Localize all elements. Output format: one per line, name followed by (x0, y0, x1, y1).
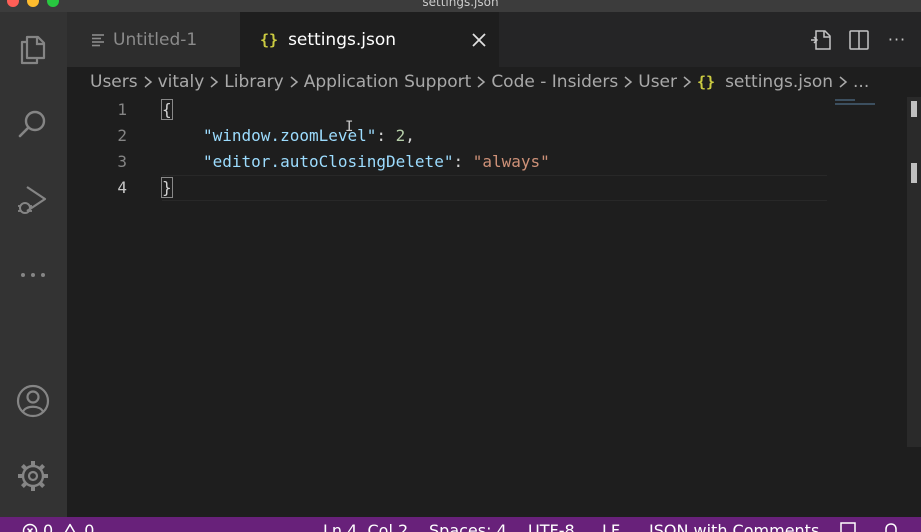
chevron-right-icon (476, 75, 486, 89)
mouse-cursor: I (345, 119, 354, 135)
chevron-right-icon (838, 75, 848, 89)
json-value: 2 (395, 126, 406, 145)
chevron-right-icon (289, 75, 299, 89)
breadcrumb-item[interactable]: Library (224, 72, 283, 92)
status-bar: 0 0 Ln 4, Col 2 Spaces: 4 UTF-8 LF JSON … (0, 517, 921, 532)
run-debug-icon (18, 186, 47, 214)
tab-label: Untitled-1 (113, 29, 198, 50)
json-file-icon: {} (697, 73, 716, 91)
language-mode[interactable]: JSON with Comments (649, 521, 819, 532)
explorer-button[interactable] (10, 27, 56, 73)
line-number: 3 (117, 152, 127, 171)
chevron-right-icon (623, 75, 633, 89)
warning-icon (61, 523, 79, 532)
search-button[interactable] (10, 102, 56, 148)
json-colon: : (376, 126, 396, 145)
chevron-right-icon (143, 75, 153, 89)
breadcrumb: Users vitaly Library Application Support… (67, 67, 921, 97)
files-icon (20, 35, 46, 65)
line-number: 4 (117, 178, 127, 197)
account-icon (16, 384, 50, 418)
run-debug-button[interactable] (10, 177, 56, 223)
window-title: settings.json (422, 0, 499, 9)
minimap[interactable] (835, 97, 905, 109)
json-key: "editor.autoClosingDelete" (203, 152, 454, 171)
editor-tabs: Untitled-1 {} settings.json ··· (67, 12, 921, 67)
manage-button[interactable] (10, 453, 56, 499)
json-value: "always" (472, 152, 550, 171)
code-line[interactable]: "window.zoomLevel": 2, (203, 123, 415, 149)
code-line[interactable]: { (161, 97, 173, 123)
editor-actions: ··· (809, 12, 909, 67)
activity-bar (0, 12, 67, 517)
tab-untitled-1[interactable]: Untitled-1 (67, 12, 240, 67)
current-line-highlight (162, 175, 827, 201)
close-icon[interactable] (471, 32, 487, 48)
encoding[interactable]: UTF-8 (528, 521, 575, 532)
breadcrumb-item[interactable]: Users (90, 72, 138, 92)
json-file-icon: {} (260, 30, 279, 49)
tab-label: settings.json (288, 29, 397, 50)
json-colon: : (453, 152, 473, 171)
breadcrumb-item[interactable]: Application Support (304, 72, 472, 92)
close-brace: } (161, 177, 173, 198)
cursor-position[interactable]: Ln 4, Col 2 (323, 521, 408, 532)
indentation[interactable]: Spaces: 4 (429, 521, 507, 532)
gear-icon (18, 461, 48, 491)
breadcrumb-item[interactable]: vitaly (158, 72, 205, 92)
editor-area[interactable]: 1 2 3 4 { "window.zoomLevel": 2, "editor… (67, 97, 921, 517)
line-number: 2 (117, 126, 127, 145)
chevron-right-icon (209, 75, 219, 89)
more-views-button[interactable] (10, 252, 56, 298)
breadcrumb-item[interactable]: User (638, 72, 677, 92)
error-icon (22, 523, 38, 532)
code-line[interactable]: } (161, 175, 173, 201)
warning-count: 0 (84, 521, 95, 532)
vertical-scrollbar[interactable] (907, 97, 921, 447)
error-count: 0 (43, 521, 54, 532)
notifications-icon[interactable] (882, 521, 900, 532)
more-icon (21, 273, 45, 277)
problems-indicator[interactable]: 0 0 (22, 521, 94, 532)
text-file-icon (91, 33, 105, 47)
breadcrumb-file[interactable]: settings.json (725, 72, 833, 92)
end-of-line[interactable]: LF (602, 521, 620, 532)
breadcrumb-item[interactable]: Code - Insiders (491, 72, 618, 92)
code-line[interactable]: "editor.autoClosingDelete": "always" (203, 149, 550, 175)
chevron-right-icon (682, 75, 692, 89)
json-comma: , (405, 126, 415, 145)
line-number: 1 (117, 100, 127, 119)
more-actions-icon[interactable]: ··· (885, 28, 909, 52)
overview-ruler-marker (911, 163, 917, 183)
tab-settings-json[interactable]: {} settings.json (240, 12, 499, 67)
breadcrumb-more[interactable]: ... (853, 72, 869, 92)
open-settings-json-icon[interactable] (809, 28, 833, 52)
split-editor-icon[interactable] (847, 28, 871, 52)
overview-ruler-marker (911, 101, 917, 117)
accounts-button[interactable] (10, 378, 56, 424)
open-brace: { (161, 99, 173, 120)
title-bar: settings.json (0, 0, 921, 12)
search-icon (18, 110, 46, 138)
feedback-icon[interactable] (838, 521, 858, 532)
